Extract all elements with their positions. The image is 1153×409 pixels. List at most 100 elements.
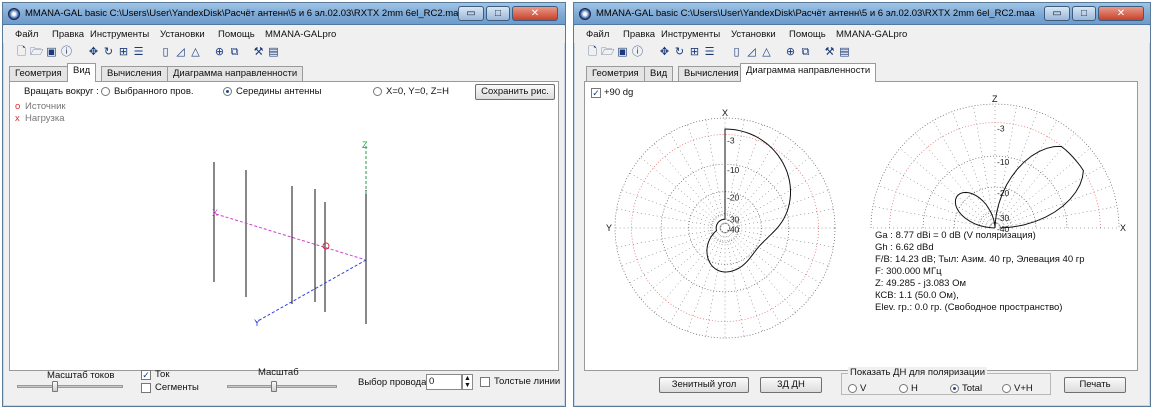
polar-left-spoke [654, 143, 723, 225]
polar-left-pattern [706, 128, 791, 273]
polar-left-spoke [640, 157, 722, 226]
polarization-total-radio[interactable] [950, 384, 959, 393]
x-axis-line [215, 213, 367, 261]
tools-icon[interactable]: ⚒ [823, 46, 836, 59]
tab-calculations[interactable]: Вычисления [101, 66, 168, 82]
polar-left-spoke [640, 230, 722, 299]
menu-file[interactable]: Файл [586, 29, 609, 40]
tab-view[interactable]: Вид [644, 66, 674, 82]
wire-select-input[interactable]: 0 [426, 374, 462, 390]
element-icon[interactable]: ⊞ [117, 46, 130, 59]
menu-pro[interactable]: MMANA-GALpro [836, 29, 907, 40]
maximize-button[interactable]: □ [486, 6, 510, 21]
calculator-icon[interactable]: ▤ [838, 46, 851, 59]
chart-icon[interactable]: ◿ [174, 46, 187, 59]
window-title: MMANA-GAL basic C:\Users\User\YandexDisk… [25, 8, 464, 19]
new-file-icon[interactable]: 🗋 [15, 46, 28, 59]
polarization-h-radio[interactable] [899, 384, 908, 393]
move-icon[interactable]: ✥ [658, 46, 671, 59]
target-icon[interactable]: ⊕ [213, 46, 226, 59]
window-title: MMANA-GAL basic C:\Users\User\YandexDisk… [596, 8, 1035, 19]
scale-thumb[interactable] [271, 381, 277, 392]
triangle-icon[interactable]: △ [760, 46, 773, 59]
tab-geometry[interactable]: Геометрия [586, 66, 645, 82]
rotate-icon[interactable]: ↻ [673, 46, 686, 59]
menu-help[interactable]: Помощь [789, 29, 826, 40]
3d-pattern-button[interactable]: 3Д ДН [760, 377, 822, 393]
target-icon[interactable]: ⊕ [784, 46, 797, 59]
info-icon[interactable]: ⓘ [631, 46, 644, 59]
menu-edit[interactable]: Правка [623, 29, 655, 40]
current-checkbox[interactable]: ✓ [141, 370, 151, 380]
triangle-icon[interactable]: △ [189, 46, 202, 59]
tab-view[interactable]: Вид [67, 63, 97, 82]
close-button[interactable]: ✕ [512, 6, 558, 21]
polar-plots: -3-10-20-30-40XY-3-10-20-30-40ZX [606, 94, 1126, 339]
app-icon [8, 8, 20, 20]
menu-settings[interactable]: Установки [160, 29, 205, 40]
new-file-icon[interactable]: 🗋 [586, 46, 599, 59]
result-gh: Gh : 6.62 dBd [875, 242, 934, 253]
zenith-angle-button[interactable]: Зенитный угол [659, 377, 749, 393]
current-scale-thumb[interactable] [52, 381, 58, 392]
menu-file[interactable]: Файл [15, 29, 38, 40]
rotate-icon[interactable]: ↻ [102, 46, 115, 59]
polar-left-spoke [729, 229, 829, 266]
element-icon[interactable]: ⊞ [688, 46, 701, 59]
tab-calculations[interactable]: Вычисления [678, 66, 745, 82]
antenna-view[interactable]: X Y Z [10, 82, 558, 370]
scale-track[interactable] [227, 385, 337, 388]
tools-icon[interactable]: ⚒ [252, 46, 265, 59]
current-scale-label: Масштаб токов [47, 370, 115, 381]
z-axis-label: Z [362, 140, 368, 150]
tab-geometry[interactable]: Геометрия [9, 66, 68, 82]
toolbar: 🗋 🗁 ▣ ⓘ ✥ ↻ ⊞ ☰ ▯ ◿ △ ⊕ ⧉ ⚒ ▤ [574, 43, 1150, 63]
move-icon[interactable]: ✥ [87, 46, 100, 59]
maximize-button[interactable]: □ [1072, 6, 1096, 21]
wire-select-spinner[interactable]: ▲ ▼ [462, 374, 473, 390]
chart-icon[interactable]: ◿ [745, 46, 758, 59]
tab-pattern[interactable]: Диаграмма направленности [167, 66, 304, 82]
wire-icon[interactable]: ☰ [132, 46, 145, 59]
polar-right-ring-label: -20 [997, 188, 1010, 198]
polarization-vh-radio[interactable] [1002, 384, 1011, 393]
document-icon[interactable]: ▯ [730, 46, 743, 59]
polar-left-spoke [621, 190, 721, 227]
segments-checkbox[interactable] [141, 383, 151, 393]
info-icon[interactable]: ⓘ [60, 46, 73, 59]
minimize-button[interactable]: ▭ [1044, 6, 1070, 21]
menu-tools[interactable]: Инструменты [90, 29, 149, 40]
polar-left-axis-y: Y [606, 223, 612, 233]
polar-left-spoke [728, 157, 810, 226]
polar-right-spoke [878, 185, 991, 227]
document-icon[interactable]: ▯ [159, 46, 172, 59]
open-file-icon[interactable]: 🗁 [601, 46, 615, 59]
menu-settings[interactable]: Установки [731, 29, 776, 40]
wire-icon[interactable]: ☰ [703, 46, 716, 59]
title-bar[interactable]: MMANA-GAL basic C:\Users\User\YandexDisk… [574, 3, 1150, 25]
title-bar[interactable]: MMANA-GAL basic C:\Users\User\YandexDisk… [3, 3, 565, 25]
polar-left-spoke [629, 172, 722, 227]
polar-left-spoke [669, 132, 724, 225]
current-scale-track[interactable] [17, 385, 123, 388]
minimize-button[interactable]: ▭ [458, 6, 484, 21]
menu-pro[interactable]: MMANA-GALpro [265, 29, 336, 40]
menu-tools[interactable]: Инструменты [661, 29, 720, 40]
save-icon[interactable]: ▣ [616, 46, 629, 59]
polar-right-spoke [872, 206, 991, 228]
polarization-v-radio[interactable] [848, 384, 857, 393]
copy-icon[interactable]: ⧉ [228, 46, 241, 59]
polarization-group: Показать ДН для поляризации V H Total V+… [841, 367, 1051, 395]
polar-right-spoke [999, 185, 1112, 227]
menu-edit[interactable]: Правка [52, 29, 84, 40]
thick-lines-checkbox[interactable] [480, 377, 490, 387]
result-freq: F: 300.000 МГц [875, 266, 942, 277]
open-file-icon[interactable]: 🗁 [30, 46, 44, 59]
calculator-icon[interactable]: ▤ [267, 46, 280, 59]
save-icon[interactable]: ▣ [45, 46, 58, 59]
print-button[interactable]: Печать [1064, 377, 1126, 393]
close-button[interactable]: ✕ [1098, 6, 1144, 21]
tab-pattern[interactable]: Диаграмма направленности [740, 63, 877, 82]
menu-help[interactable]: Помощь [218, 29, 255, 40]
copy-icon[interactable]: ⧉ [799, 46, 812, 59]
